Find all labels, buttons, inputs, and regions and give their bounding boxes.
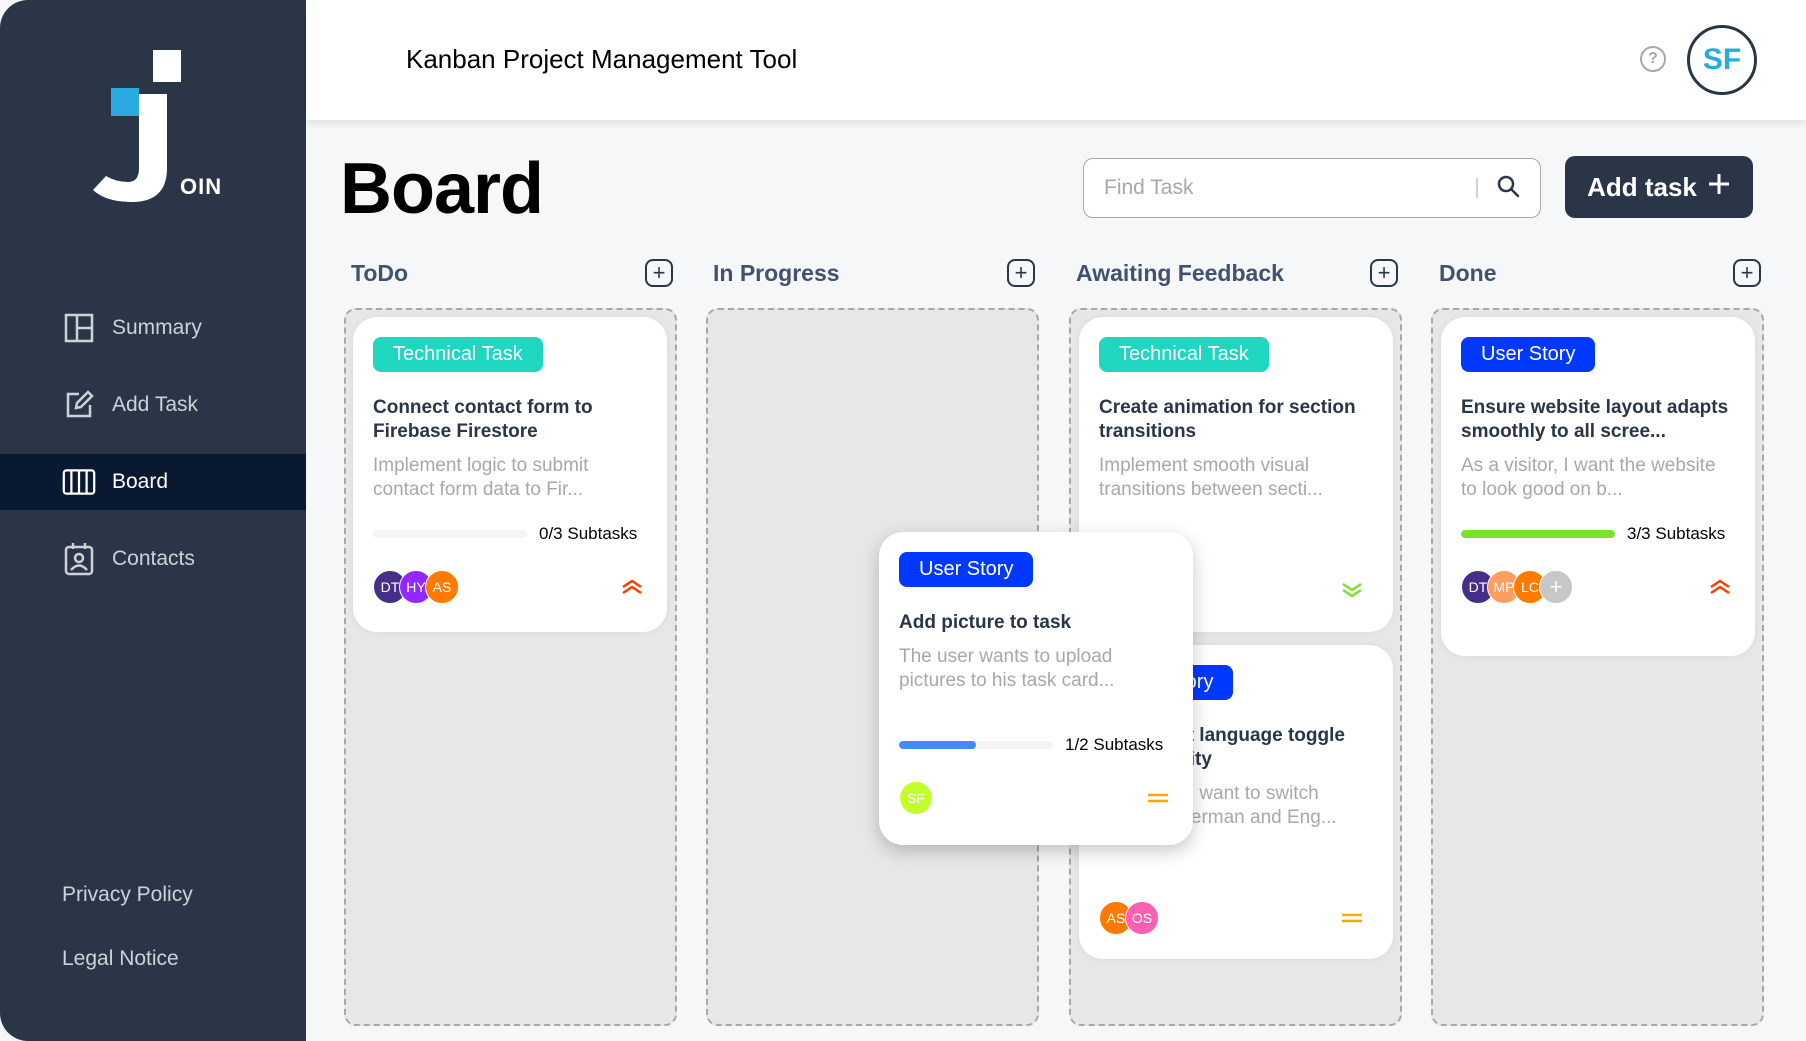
page-title: Board — [340, 149, 544, 229]
sidebar-item-summary[interactable]: Summary — [0, 300, 306, 356]
assignee-avatars: SF — [899, 781, 933, 815]
add-to-column-icon[interactable]: + — [1733, 259, 1761, 287]
column-header-in-progress: In Progress + — [713, 258, 1035, 288]
sidebar-nav: Summary Add Task Board Contacts — [0, 300, 306, 608]
sidebar-item-label: Contacts — [112, 547, 195, 570]
sidebar-item-contacts[interactable]: Contacts — [0, 531, 306, 587]
priority-medium-icon — [1143, 788, 1173, 808]
privacy-policy-link[interactable]: Privacy Policy — [62, 883, 193, 907]
category-tag: Technical Task — [373, 337, 543, 372]
board-icon — [62, 465, 96, 499]
add-task-label: Add task — [1587, 171, 1697, 202]
legal-notice-link[interactable]: Legal Notice — [62, 947, 179, 971]
more-assignees-avatar: + — [1539, 570, 1573, 604]
category-tag: User Story — [1461, 337, 1596, 372]
task-card[interactable]: User Story Ensure website layout adapts … — [1441, 317, 1755, 656]
progress-fill — [1461, 530, 1615, 538]
sidebar-item-board[interactable]: Board — [0, 454, 306, 510]
join-logo[interactable]: OIN — [88, 48, 238, 208]
task-description: The user wants to upload pictures to his… — [899, 646, 1115, 691]
user-avatar[interactable]: SF — [1687, 25, 1757, 95]
column-header-done: Done + — [1439, 258, 1761, 288]
add-to-column-icon[interactable]: + — [1370, 259, 1398, 287]
add-to-column-icon[interactable]: + — [1007, 259, 1035, 287]
sidebar: OIN Summary Add Task Board Contacts Priv… — [0, 0, 306, 1041]
help-icon[interactable]: ? — [1640, 46, 1666, 72]
task-title: Create animation for section transitions — [1099, 397, 1356, 442]
subtask-progress: 0/3 Subtasks — [373, 524, 647, 544]
priority-urgent-icon — [1705, 577, 1735, 597]
logo-text: OIN — [180, 174, 223, 199]
add-to-column-icon[interactable]: + — [645, 259, 673, 287]
card-footer: DT MP LC + — [1461, 570, 1735, 604]
app-title: Kanban Project Management Tool — [406, 44, 798, 74]
column-header-awaiting-feedback: Awaiting Feedback + — [1076, 258, 1398, 288]
task-description: Implement logic to submit contact form d… — [373, 455, 589, 500]
progress-bar — [373, 530, 527, 538]
assignee-avatars: AS OS — [1099, 901, 1159, 935]
top-header: Kanban Project Management Tool ? SF — [306, 0, 1806, 120]
task-title: Connect contact form to Firebase Firesto… — [373, 397, 593, 442]
summary-icon — [62, 311, 96, 345]
dragged-task-card[interactable]: User Story Add picture to task The user … — [879, 532, 1193, 845]
task-card[interactable]: Technical Task Connect contact form to F… — [353, 317, 667, 632]
search-divider — [1476, 178, 1478, 198]
category-tag: Technical Task — [1099, 337, 1269, 372]
column-title: In Progress — [713, 259, 840, 286]
card-footer: SF — [899, 781, 1173, 815]
subtask-count: 3/3 Subtasks — [1627, 524, 1726, 543]
priority-urgent-icon — [617, 577, 647, 597]
plus-icon — [1707, 172, 1731, 203]
assignee-avatar: AS — [425, 570, 459, 604]
task-title: Ensure website layout adapts smoothly to… — [1461, 397, 1729, 442]
priority-medium-icon — [1337, 908, 1367, 928]
task-title: Add picture to task — [899, 612, 1072, 633]
card-footer: AS OS — [1099, 901, 1367, 935]
progress-fill — [899, 741, 976, 749]
sidebar-item-label: Add Task — [112, 393, 198, 416]
sidebar-item-add-task[interactable]: Add Task — [0, 377, 306, 433]
task-description: Implement smooth visual transitions betw… — [1099, 455, 1323, 500]
assignee-avatar: SF — [899, 781, 933, 815]
card-footer: DT HY AS — [373, 570, 647, 604]
search-box — [1083, 158, 1541, 218]
subtask-progress: 3/3 Subtasks — [1461, 524, 1735, 544]
column-title: Done — [1439, 259, 1497, 286]
task-description: As a visitor, I want the website to look… — [1461, 455, 1716, 500]
column-title: ToDo — [351, 259, 409, 286]
category-tag: User Story — [899, 552, 1034, 587]
assignee-avatar: OS — [1125, 901, 1159, 935]
subtask-count: 0/3 Subtasks — [539, 524, 638, 543]
progress-bar — [1461, 530, 1615, 538]
subtask-progress: 1/2 Subtasks — [899, 735, 1173, 755]
column-header-todo: ToDo + — [351, 258, 673, 288]
assignee-avatars: DT HY AS — [373, 570, 459, 604]
progress-bar — [899, 741, 1053, 749]
sidebar-item-label: Summary — [112, 316, 202, 339]
subtask-count: 1/2 Subtasks — [1065, 735, 1164, 754]
add-task-button[interactable]: Add task — [1565, 156, 1753, 218]
assignee-avatars: DT MP LC + — [1461, 570, 1573, 604]
search-input[interactable] — [1104, 176, 1476, 200]
search-icon[interactable] — [1496, 174, 1520, 203]
edit-icon — [62, 388, 96, 422]
priority-low-icon — [1337, 580, 1367, 600]
contacts-icon — [62, 542, 96, 576]
sidebar-item-label: Board — [112, 470, 169, 493]
column-title: Awaiting Feedback — [1076, 259, 1284, 286]
